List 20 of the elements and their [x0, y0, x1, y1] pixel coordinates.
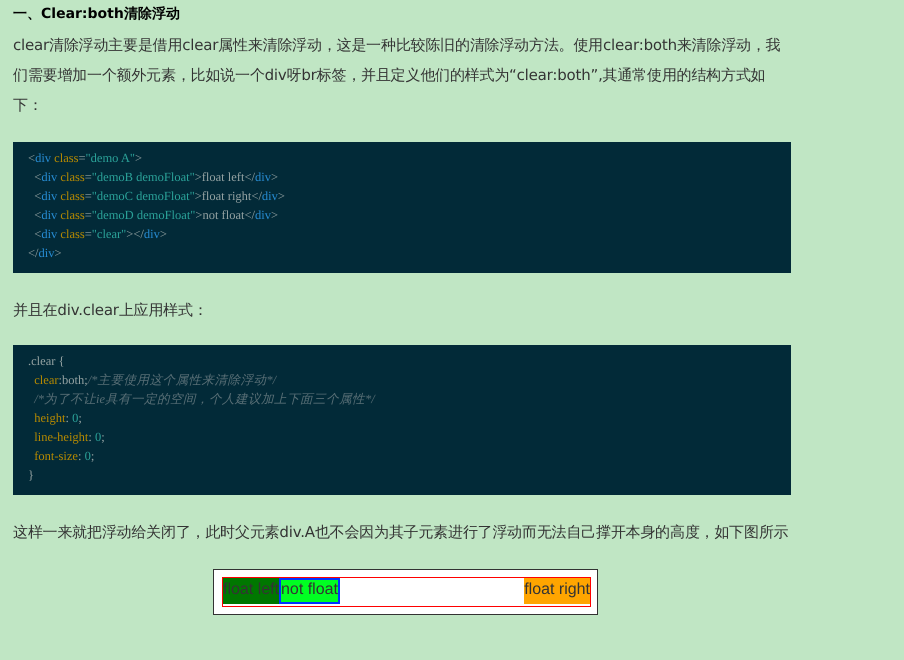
code-line: } — [28, 467, 35, 484]
demo-box: float right — [524, 578, 590, 604]
paragraph: 这样一来就把浮动给关闭了，此时父元素div.A也不会因为其子元素进行了浮动而无法自己撑开本身的高度，如下图所示 — [13, 522, 790, 543]
section-heading: 一、Clear:both清除浮动 — [13, 5, 181, 24]
intro-paragraph: clear清除浮动主要是借用clear属性来清除浮动，这是一种比较陈旧的清除浮动方法。使用clear:both来清除浮动，我们需要增加一个额外元素，比如说一个div呀br标签，并且定义他们的样式为“clear:both”,其通常使用的结构方式如下： — [13, 35, 782, 116]
demo-box: not float — [279, 578, 340, 604]
code-line: /*为了不让ie具有一定的空间，个人建议加上下面三个属性*/ — [32, 391, 376, 408]
code-line: line-height: 0; — [33, 429, 106, 446]
code-line: .clear { — [28, 353, 66, 370]
code-line: <div class="demoC demoFloat">float right</div> — [33, 188, 286, 205]
code-line: height: 0; — [33, 410, 83, 427]
code-line: <div class="clear"></div> — [33, 226, 168, 243]
demo-box: float left — [223, 578, 280, 604]
code-line: clear:both;/*主要使用这个属性来清除浮动*/ — [33, 372, 278, 389]
code-line: <div class="demo A"> — [28, 150, 144, 167]
paragraph: 并且在div.clear上应用样式： — [13, 300, 209, 321]
code-line: </div> — [28, 245, 63, 262]
code-line: <div class="demoB demoFloat">float left</div> — [33, 169, 280, 186]
code-line: <div class="demoD demoFloat">not float</div> — [33, 207, 280, 224]
code-line: font-size: 0; — [33, 448, 96, 465]
